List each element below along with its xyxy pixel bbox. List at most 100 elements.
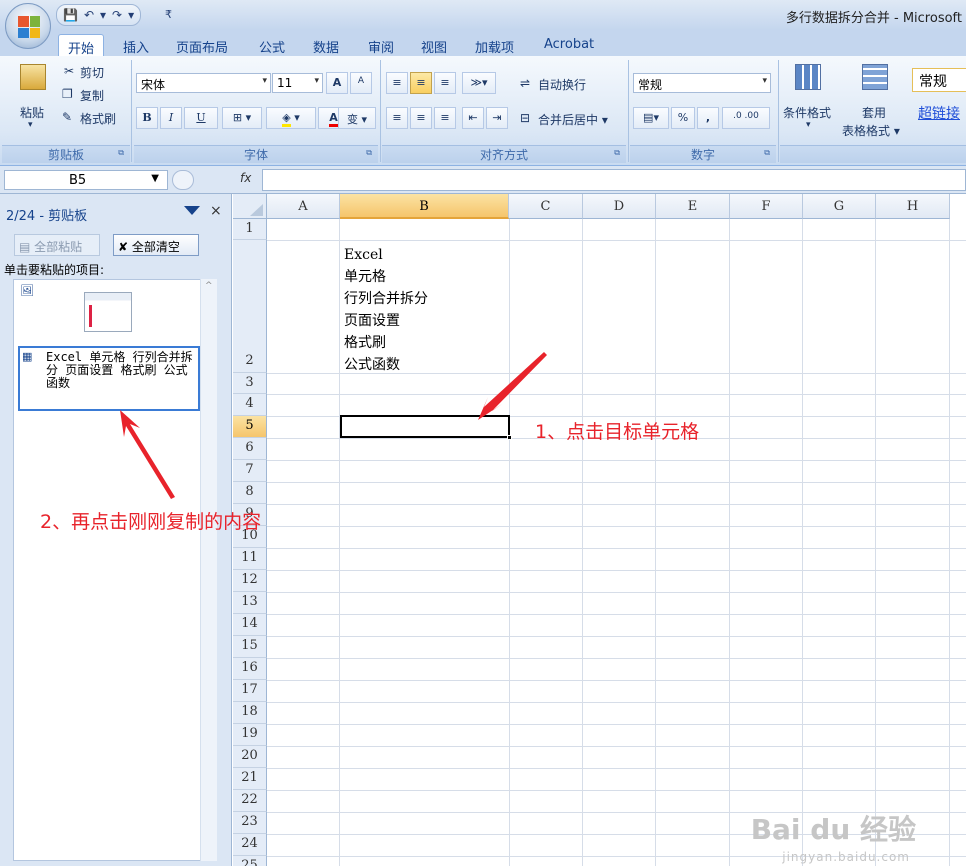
style-normal[interactable]: 常规 bbox=[912, 68, 966, 92]
borders-button[interactable]: ⊞ ▾ bbox=[222, 107, 262, 129]
percent-button[interactable]: % bbox=[671, 107, 695, 129]
fill-color-button[interactable]: ◈ ▾ bbox=[266, 107, 316, 129]
scrollbar[interactable]: ^ bbox=[200, 279, 217, 861]
chevron-down-icon[interactable]: ▾ bbox=[806, 120, 811, 130]
align-center-icon[interactable]: ≡ bbox=[410, 107, 432, 129]
row-header-11[interactable]: 11 bbox=[233, 548, 267, 570]
row-header-7[interactable]: 7 bbox=[233, 460, 267, 482]
tab-acrobat[interactable]: Acrobat bbox=[544, 34, 594, 56]
chevron-down-icon[interactable]: ▾ bbox=[28, 120, 33, 130]
row-header-25[interactable]: 25 bbox=[233, 856, 267, 866]
grow-font-button[interactable]: A bbox=[326, 72, 348, 94]
cut-button[interactable]: 剪切 bbox=[80, 64, 104, 81]
column-header-f[interactable]: F bbox=[730, 194, 803, 219]
format-table-top[interactable]: 套用 bbox=[862, 104, 886, 121]
row-header-4[interactable]: 4 bbox=[233, 394, 267, 416]
undo-icon[interactable]: ↶ bbox=[84, 8, 94, 22]
office-button[interactable] bbox=[5, 3, 51, 49]
decrease-indent-icon[interactable]: ⇤ bbox=[462, 107, 484, 129]
align-middle-icon[interactable]: ≡ bbox=[410, 72, 432, 94]
row-header-6[interactable]: 6 bbox=[233, 438, 267, 460]
copy-button[interactable]: 复制 bbox=[80, 87, 104, 104]
row-header-20[interactable]: 20 bbox=[233, 746, 267, 768]
close-icon[interactable]: × bbox=[210, 203, 222, 219]
increase-indent-icon[interactable]: ⇥ bbox=[486, 107, 508, 129]
format-painter-button[interactable]: 格式刷 bbox=[80, 110, 116, 127]
row-header-19[interactable]: 19 bbox=[233, 724, 267, 746]
wrap-text-button[interactable]: 自动换行 bbox=[538, 76, 586, 93]
redo-icon[interactable]: ↷ bbox=[112, 8, 122, 22]
dialog-launcher-icon[interactable]: ⧉ bbox=[118, 148, 124, 158]
row-header-13[interactable]: 13 bbox=[233, 592, 267, 614]
row-header-16[interactable]: 16 bbox=[233, 658, 267, 680]
clipboard-item-thumbnail[interactable] bbox=[84, 292, 132, 332]
align-top-icon[interactable]: ≡ bbox=[386, 72, 408, 94]
selected-cell-b5[interactable] bbox=[340, 415, 512, 440]
conditional-format-button[interactable]: 条件格式 bbox=[783, 104, 831, 121]
paste-icon[interactable] bbox=[20, 64, 46, 90]
style-hyperlink[interactable]: 超链接 bbox=[912, 102, 966, 124]
tab-view[interactable]: 视图 bbox=[421, 34, 447, 56]
column-header-b[interactable]: B bbox=[340, 194, 509, 219]
row-header-1[interactable]: 1 bbox=[233, 219, 267, 240]
customize-qat-icon[interactable]: ₹ bbox=[165, 8, 172, 21]
dialog-launcher-icon[interactable]: ⧉ bbox=[614, 148, 620, 158]
row-header-8[interactable]: 8 bbox=[233, 482, 267, 504]
spreadsheet-grid[interactable]: A B C D E F G H 1 2 3 4 5 6 7 8 9 10 11 … bbox=[233, 194, 966, 866]
row-header-21[interactable]: 21 bbox=[233, 768, 267, 790]
column-header-a[interactable]: A bbox=[267, 194, 340, 219]
column-header-g[interactable]: G bbox=[803, 194, 876, 219]
column-header-d[interactable]: D bbox=[583, 194, 656, 219]
tab-review[interactable]: 审阅 bbox=[368, 34, 394, 56]
tab-page-layout[interactable]: 页面布局 bbox=[176, 34, 228, 56]
formula-input[interactable] bbox=[262, 169, 966, 191]
format-table-icon[interactable] bbox=[862, 64, 888, 90]
shrink-font-button[interactable]: A bbox=[350, 72, 372, 94]
cell-b2[interactable]: Excel 单元格 行列合并拆分 页面设置 格式刷 公式函数 bbox=[344, 244, 428, 376]
tab-add-ins[interactable]: 加载项 bbox=[475, 34, 514, 56]
chevron-down-icon[interactable]: ▾ bbox=[128, 8, 134, 22]
align-left-icon[interactable]: ≡ bbox=[386, 107, 408, 129]
tab-formulas[interactable]: 公式 bbox=[259, 34, 285, 56]
save-icon[interactable]: 💾 bbox=[63, 8, 78, 22]
tab-data[interactable]: 数据 bbox=[313, 34, 339, 56]
row-header-5[interactable]: 5 bbox=[233, 416, 267, 438]
column-header-c[interactable]: C bbox=[509, 194, 583, 219]
comma-button[interactable]: , bbox=[697, 107, 719, 129]
chevron-down-icon[interactable]: ▾ bbox=[100, 8, 106, 22]
italic-button[interactable]: I bbox=[160, 107, 182, 129]
decimal-buttons[interactable]: .0 .00 bbox=[722, 107, 770, 129]
dialog-launcher-icon[interactable]: ⧉ bbox=[764, 148, 770, 158]
row-header-17[interactable]: 17 bbox=[233, 680, 267, 702]
column-header-h[interactable]: H bbox=[876, 194, 950, 219]
clear-all-button[interactable]: ✘ 全部清空 bbox=[113, 234, 199, 256]
row-header-14[interactable]: 14 bbox=[233, 614, 267, 636]
paste-all-button[interactable]: ▤ 全部粘贴 bbox=[14, 234, 100, 256]
row-header-12[interactable]: 12 bbox=[233, 570, 267, 592]
row-header-2[interactable]: 2 bbox=[233, 240, 267, 373]
clipboard-item-text[interactable]: Excel 单元格 行列合并拆分 页面设置 格式刷 公式函数 bbox=[18, 346, 200, 411]
row-header-15[interactable]: 15 bbox=[233, 636, 267, 658]
font-name-select[interactable]: 宋体 ▾ bbox=[136, 73, 271, 93]
underline-button[interactable]: U bbox=[184, 107, 218, 129]
align-bottom-icon[interactable]: ≡ bbox=[434, 72, 456, 94]
row-header-18[interactable]: 18 bbox=[233, 702, 267, 724]
row-header-22[interactable]: 22 bbox=[233, 790, 267, 812]
expand-icon[interactable] bbox=[172, 170, 194, 190]
fill-handle[interactable] bbox=[507, 435, 512, 440]
row-header-23[interactable]: 23 bbox=[233, 812, 267, 834]
row-header-24[interactable]: 24 bbox=[233, 834, 267, 856]
font-size-select[interactable]: 11 ▾ bbox=[272, 73, 323, 93]
paste-button[interactable]: 粘贴 bbox=[20, 104, 44, 121]
name-box[interactable]: B5 ▼ bbox=[4, 170, 168, 190]
number-format-select[interactable]: 常规 ▾ bbox=[633, 73, 771, 93]
bold-button[interactable]: B bbox=[136, 107, 158, 129]
insert-function-button[interactable]: fx bbox=[240, 171, 251, 185]
format-table-button[interactable]: 表格格式 ▾ bbox=[842, 122, 900, 139]
align-right-icon[interactable]: ≡ bbox=[434, 107, 456, 129]
merge-center-button[interactable]: 合并后居中 ▾ bbox=[538, 111, 608, 128]
pane-options-icon[interactable] bbox=[184, 206, 200, 215]
phonetic-button[interactable]: 变 ▾ bbox=[338, 107, 376, 129]
tab-insert[interactable]: 插入 bbox=[123, 34, 149, 56]
dialog-launcher-icon[interactable]: ⧉ bbox=[366, 148, 372, 158]
